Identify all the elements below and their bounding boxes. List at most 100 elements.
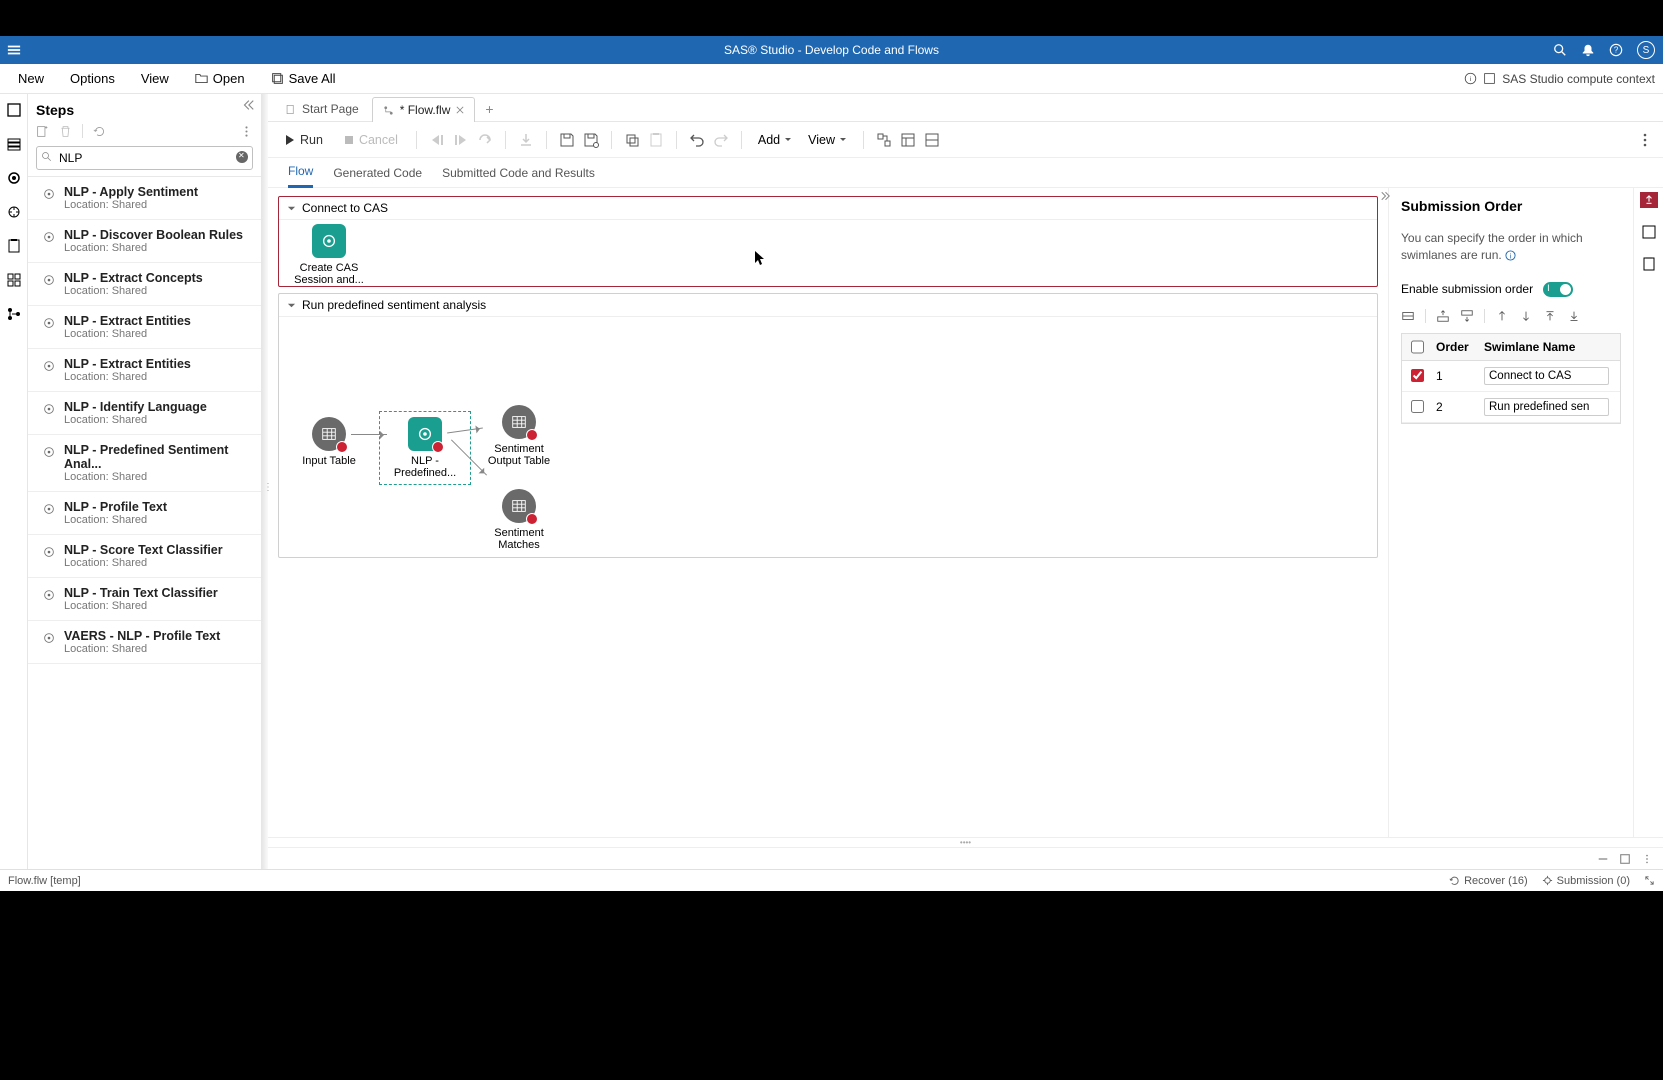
tab-flow[interactable]: * Flow.flw (372, 97, 476, 122)
menu-new[interactable]: New (8, 67, 54, 90)
step-name: VAERS - NLP - Profile Text (64, 629, 220, 643)
search-icon[interactable] (1553, 43, 1567, 57)
rail-git-icon[interactable] (6, 306, 22, 322)
step-item[interactable]: NLP - Profile TextLocation: Shared (28, 492, 261, 535)
move-down-icon[interactable] (1519, 309, 1533, 323)
rail-open-icon[interactable] (6, 102, 22, 118)
prop-tab-clipboard-icon[interactable] (1641, 256, 1657, 272)
horizontal-splitter[interactable]: •••• (268, 837, 1663, 847)
subtab-submitted[interactable]: Submitted Code and Results (442, 159, 595, 187)
collapse-panel-button[interactable] (241, 98, 255, 117)
close-tab-icon[interactable] (456, 106, 464, 114)
rail-snippets-icon[interactable] (6, 204, 22, 220)
help-icon[interactable]: ? (1609, 43, 1623, 57)
step-item[interactable]: NLP - Extract EntitiesLocation: Shared (28, 306, 261, 349)
step-name: NLP - Train Text Classifier (64, 586, 218, 600)
prop-tab-node-icon[interactable] (1641, 224, 1657, 240)
step-item[interactable]: NLP - Discover Boolean RulesLocation: Sh… (28, 220, 261, 263)
pin-panel-button[interactable] (1640, 192, 1658, 208)
row-name-input[interactable] (1484, 367, 1609, 385)
subtab-flow[interactable]: Flow (288, 157, 313, 188)
delete-icon[interactable] (59, 125, 72, 138)
more-icon[interactable] (1637, 132, 1653, 148)
undo-icon[interactable] (689, 132, 705, 148)
step-item[interactable]: NLP - Train Text ClassifierLocation: Sha… (28, 578, 261, 621)
step-item[interactable]: NLP - Identify LanguageLocation: Shared (28, 392, 261, 435)
main-menu-button[interactable] (0, 43, 28, 57)
swimlane-sentiment-analysis[interactable]: Run predefined sentiment analysis Input … (278, 293, 1378, 558)
step-item[interactable]: NLP - Apply SentimentLocation: Shared (28, 177, 261, 220)
rail-libraries-icon[interactable] (6, 136, 22, 152)
user-avatar[interactable]: S (1637, 41, 1655, 59)
add-swimlane-icon[interactable] (1401, 309, 1415, 323)
title-bar: SAS® Studio - Develop Code and Flows ? S (0, 36, 1663, 64)
flow-canvas[interactable]: Connect to CAS Create CAS Session and...… (268, 188, 1388, 837)
new-step-icon[interactable] (36, 125, 49, 138)
menu-view[interactable]: View (131, 67, 179, 90)
add-dropdown[interactable]: Add (754, 131, 796, 149)
node-label: Create CAS Session and... (289, 262, 369, 286)
order-row[interactable]: 1 (1402, 361, 1620, 392)
refresh-icon[interactable] (93, 125, 106, 138)
compute-context[interactable]: i SAS Studio compute context (1464, 72, 1655, 86)
row-name-input[interactable] (1484, 398, 1609, 416)
layout-icon[interactable] (900, 132, 916, 148)
insert-above-icon[interactable] (1436, 309, 1450, 323)
info-icon[interactable]: i (1505, 250, 1516, 261)
output-more-icon[interactable] (1641, 853, 1653, 865)
step-item[interactable]: NLP - Extract ConceptsLocation: Shared (28, 263, 261, 306)
menu-save-all[interactable]: Save All (261, 67, 346, 90)
step-item[interactable]: NLP - Extract EntitiesLocation: Shared (28, 349, 261, 392)
row-checkbox[interactable] (1411, 369, 1424, 382)
move-bottom-icon[interactable] (1567, 309, 1581, 323)
rail-clipboard-icon[interactable] (6, 238, 22, 254)
save-as-icon[interactable] (583, 132, 599, 148)
node-sentiment-matches[interactable]: Sentiment Matches (479, 489, 559, 551)
more-options-icon[interactable] (240, 125, 253, 138)
notifications-icon[interactable] (1581, 43, 1595, 57)
select-all-checkbox[interactable] (1411, 340, 1424, 354)
maximize-output-icon[interactable] (1619, 853, 1631, 865)
row-checkbox[interactable] (1411, 400, 1424, 413)
swimlane-header[interactable]: Connect to CAS (279, 197, 1377, 220)
menu-options[interactable]: Options (60, 67, 125, 90)
save-icon[interactable] (559, 132, 575, 148)
move-up-icon[interactable] (1495, 309, 1509, 323)
status-expand[interactable] (1644, 875, 1655, 886)
subtab-generated-code[interactable]: Generated Code (333, 159, 422, 187)
order-row[interactable]: 2 (1402, 392, 1620, 423)
run-button[interactable]: Run (278, 130, 329, 150)
steps-search-input[interactable] (36, 146, 253, 170)
new-tab-button[interactable]: + (477, 97, 501, 121)
node-input-table[interactable]: Input Table (289, 417, 369, 467)
view-dropdown[interactable]: View (804, 131, 851, 149)
node-sentiment-output[interactable]: Sentiment Output Table (479, 405, 559, 467)
swimlane-header[interactable]: Run predefined sentiment analysis (279, 294, 1377, 317)
cancel-button: Cancel (337, 130, 404, 150)
rail-steps-icon[interactable] (6, 170, 22, 186)
move-top-icon[interactable] (1543, 309, 1557, 323)
tab-start-page[interactable]: Start Page (274, 96, 370, 121)
step-icon (42, 545, 56, 559)
step-item[interactable]: NLP - Predefined Sentiment Anal...Locati… (28, 435, 261, 492)
minimize-output-icon[interactable] (1597, 853, 1609, 865)
nav-rail (0, 94, 28, 869)
menu-open[interactable]: Open (185, 67, 255, 90)
enable-order-toggle[interactable]: I (1543, 282, 1573, 297)
step-name: NLP - Extract Entities (64, 314, 191, 328)
step-item[interactable]: NLP - Score Text ClassifierLocation: Sha… (28, 535, 261, 578)
node-create-cas[interactable]: Create CAS Session and... (289, 224, 369, 286)
step-item[interactable]: VAERS - NLP - Profile TextLocation: Shar… (28, 621, 261, 664)
arrange-icon[interactable] (876, 132, 892, 148)
swimlane-connect-to-cas[interactable]: Connect to CAS Create CAS Session and... (278, 196, 1378, 287)
insert-below-icon[interactable] (1460, 309, 1474, 323)
swimlane-icon[interactable] (924, 132, 940, 148)
copy-icon[interactable] (624, 132, 640, 148)
clear-search-icon[interactable] (236, 151, 248, 163)
status-submission[interactable]: Submission (0) (1542, 875, 1630, 887)
step-name: NLP - Score Text Classifier (64, 543, 223, 557)
expand-properties-icon[interactable] (1381, 190, 1393, 205)
status-recover[interactable]: Recover (16) (1449, 875, 1528, 887)
rail-grid-icon[interactable] (6, 272, 22, 288)
node-nlp-predefined[interactable]: NLP - Predefined... (385, 417, 465, 479)
